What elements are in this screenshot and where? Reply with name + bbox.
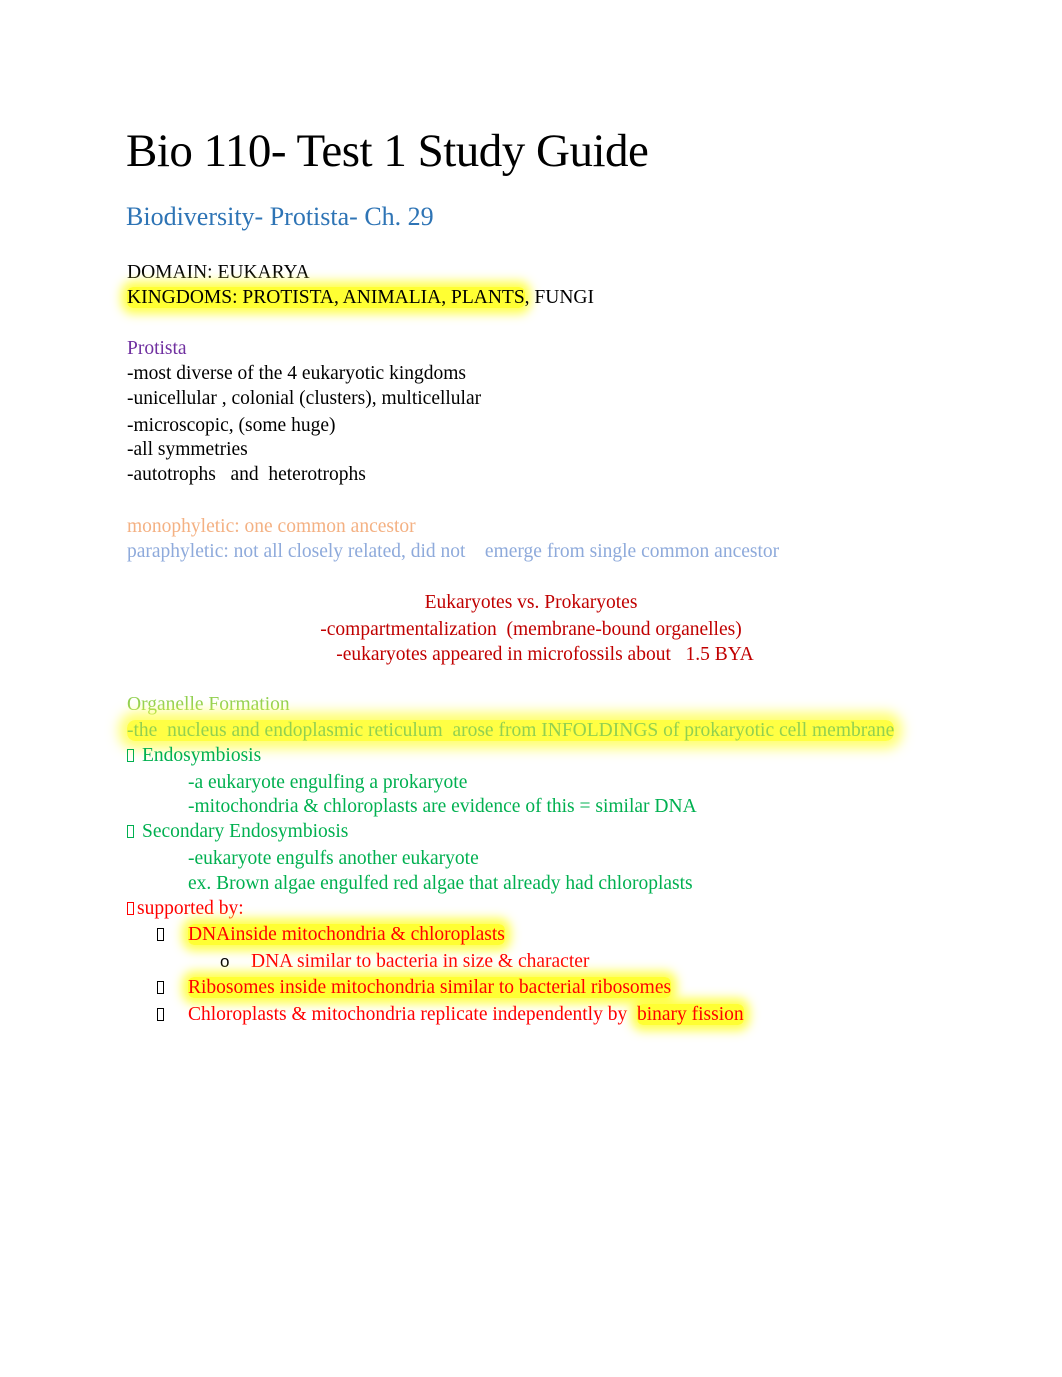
euk-vs-prok-heading: Eukaryotes vs. Prokaryotes bbox=[424, 592, 638, 613]
supported-by-item-text: Chloroplasts & mitochondria replicate in… bbox=[188, 1004, 637, 1025]
kingdoms-line: KINGDOMS: PROTISTA, ANIMALIA, PLANTS, FU… bbox=[127, 286, 594, 310]
arrow-bullet-icon bbox=[127, 825, 134, 838]
endosymbiosis-item: -mitochondria & chloroplasts are evidenc… bbox=[188, 796, 697, 817]
secondary-endosymbiosis-heading: Secondary Endosymbiosis bbox=[127, 820, 348, 844]
section-heading-biodiversity: Biodiversity- Protista- Ch. 29 bbox=[126, 202, 434, 231]
kingdoms-highlighted: KINGDOMS: PROTISTA, ANIMALIA, PLANTS bbox=[127, 287, 525, 308]
protista-item: -unicellular , colonial (clusters), mult… bbox=[127, 388, 482, 409]
supported-by-label: supported by: bbox=[137, 898, 244, 919]
supported-by-item-text: DNAinside mitochondria & chloroplasts bbox=[188, 924, 505, 945]
supported-by-item: DNAinside mitochondria & chloroplasts bbox=[188, 923, 505, 947]
protista-item: -all symmetries bbox=[127, 439, 248, 460]
supported-by-item: Chloroplasts & mitochondria replicate in… bbox=[188, 1003, 744, 1027]
supported-by-item: Ribosomes inside mitochondria similar to… bbox=[188, 976, 672, 1000]
protista-heading: Protista bbox=[127, 338, 187, 359]
euk-vs-prok-item: -eukaryotes appeared in microfossils abo… bbox=[336, 644, 754, 665]
euk-vs-prok-item: -compartmentalization (membrane-bound or… bbox=[320, 619, 742, 640]
monophyletic-definition: monophyletic: one common ancestor bbox=[127, 516, 416, 537]
infolding-text: -the nucleus and endoplasmic reticulum a… bbox=[127, 720, 895, 741]
kingdoms-rest: , FUNGI bbox=[524, 287, 595, 308]
arrow-bullet-icon bbox=[127, 749, 134, 762]
domain-line: DOMAIN: EUKARYA bbox=[127, 262, 310, 283]
binary-fission-highlight: binary fission bbox=[636, 1004, 744, 1025]
paraphyletic-definition: paraphyletic: not all closely related, d… bbox=[127, 541, 780, 562]
protista-item: -autotrophs and heterotrophs bbox=[127, 464, 366, 485]
endosymbiosis-label: Endosymbiosis bbox=[142, 745, 262, 766]
square-bullet-icon bbox=[157, 976, 172, 1000]
document-title: Bio 110- Test 1 Study Guide bbox=[126, 125, 649, 177]
secondary-endosymbiosis-item: -eukaryote engulfs another eukaryote bbox=[188, 848, 479, 869]
endosymbiosis-item: -a eukaryote engulfing a prokaryote bbox=[188, 772, 468, 793]
supported-by-item-text: Ribosomes inside mitochondria similar to… bbox=[188, 977, 672, 998]
secondary-endosymbiosis-label: Secondary Endosymbiosis bbox=[142, 821, 349, 842]
document-page: Bio 110- Test 1 Study Guide Biodiversity… bbox=[0, 0, 1062, 1377]
supported-by-heading: supported by: bbox=[127, 897, 244, 921]
infolding-line: -the nucleus and endoplasmic reticulum a… bbox=[127, 719, 895, 743]
square-bullet-icon bbox=[157, 923, 172, 947]
secondary-endosymbiosis-item: ex. Brown algae engulfed red algae that … bbox=[188, 873, 693, 894]
endosymbiosis-heading: Endosymbiosis bbox=[127, 744, 261, 768]
arrow-bullet-icon bbox=[127, 902, 134, 915]
protista-item: -microscopic, (some huge) bbox=[127, 415, 336, 436]
square-bullet-icon bbox=[157, 1003, 172, 1027]
organelle-formation-heading: Organelle Formation bbox=[127, 694, 290, 715]
protista-item: -most diverse of the 4 eukaryotic kingdo… bbox=[127, 363, 467, 384]
supported-by-subitem: DNA similar to bacteria in size & charac… bbox=[251, 951, 590, 972]
circle-sub-bullet-icon: o bbox=[220, 952, 230, 971]
